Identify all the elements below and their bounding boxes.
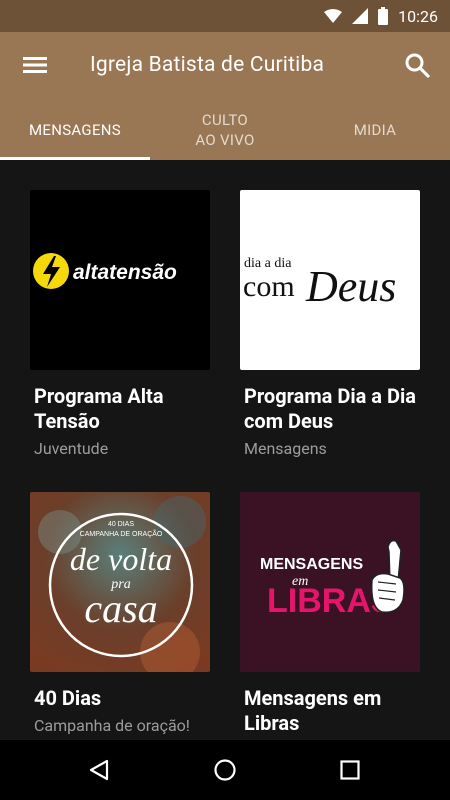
status-time: 10:26: [398, 6, 438, 26]
tab-label: MENSAGENS: [29, 121, 121, 139]
tab-bar: MENSAGENS CULTO AO VIVO MIDIA: [0, 100, 450, 160]
card-subtitle: Campanha de oração!: [34, 716, 190, 735]
hand-sign-icon: [370, 539, 405, 613]
card-mensagens-libras[interactable]: MENSAGENS em LIBRAS Mensagens em Libras: [240, 492, 420, 740]
back-icon[interactable]: [88, 759, 110, 781]
svg-text:MENSAGENS: MENSAGENS: [260, 556, 363, 573]
battery-icon: [378, 7, 389, 25]
recents-icon[interactable]: [340, 760, 360, 780]
tab-label-line-1: CULTO: [201, 111, 249, 129]
signal-icon: [352, 8, 369, 24]
svg-text:altatensão: altatensão: [73, 261, 177, 284]
tab-mensagens[interactable]: MENSAGENS: [0, 100, 150, 160]
40-dias-artwork: 40 DIAS CAMPANHA DE ORAÇÃO de volta pra …: [30, 492, 210, 672]
tab-label-line-2: AO VIVO: [195, 131, 255, 149]
card-thumbnail: altatensão: [30, 190, 210, 370]
card-title: Mensagens em Libras: [244, 686, 382, 735]
svg-text:de volta: de volta: [70, 541, 172, 577]
app-title: Igreja Batista de Curitiba: [90, 53, 325, 77]
system-nav-bar: [0, 740, 450, 800]
card-title: Programa Alta Tensão: [34, 384, 164, 433]
tab-label: CULTO AO VIVO: [195, 110, 254, 150]
svg-text:dia a dia: dia a dia: [244, 256, 292, 271]
tab-label: MIDIA: [353, 121, 397, 139]
tab-culto-ao-vivo[interactable]: CULTO AO VIVO: [150, 100, 300, 160]
svg-text:casa: casa: [84, 586, 157, 631]
card-thumbnail: 40 DIAS CAMPANHA DE ORAÇÃO de volta pra …: [30, 492, 210, 672]
card-dia-a-dia[interactable]: dia a dia com Deus Programa Dia a Dia co…: [240, 190, 420, 458]
card-subtitle: Juventude: [34, 439, 109, 458]
home-icon[interactable]: [214, 759, 236, 781]
card-40-dias[interactable]: 40 DIAS CAMPANHA DE ORAÇÃO de volta pra …: [30, 492, 210, 735]
svg-text:40 DIAS: 40 DIAS: [108, 521, 134, 528]
menu-icon[interactable]: [22, 52, 48, 78]
card-thumbnail: MENSAGENS em LIBRAS: [240, 492, 420, 672]
dia-a-dia-logo: dia a dia com Deus: [243, 256, 396, 311]
search-icon[interactable]: [404, 52, 430, 78]
svg-text:CAMPANHA DE ORAÇÃO: CAMPANHA DE ORAÇÃO: [80, 529, 163, 538]
card-subtitle: Mensagens: [244, 439, 327, 458]
svg-text:com: com: [243, 270, 295, 303]
app-bar: Igreja Batista de Curitiba: [0, 32, 450, 100]
card-title: Programa Dia a Dia com Deus: [244, 384, 416, 433]
card-alta-tensao[interactable]: altatensão Programa Alta Tensão Juventud…: [30, 190, 210, 458]
content-grid: altatensão Programa Alta Tensão Juventud…: [0, 160, 450, 740]
svg-text:Deus: Deus: [305, 262, 396, 311]
libras-artwork: MENSAGENS em LIBRAS: [260, 539, 405, 620]
status-bar: 10:26: [0, 0, 450, 32]
alta-tensao-logo: altatensão: [33, 253, 177, 289]
tab-midia[interactable]: MIDIA: [300, 100, 450, 160]
wifi-icon: [324, 9, 343, 23]
card-title: 40 Dias: [34, 686, 102, 710]
card-thumbnail: dia a dia com Deus: [240, 190, 420, 370]
